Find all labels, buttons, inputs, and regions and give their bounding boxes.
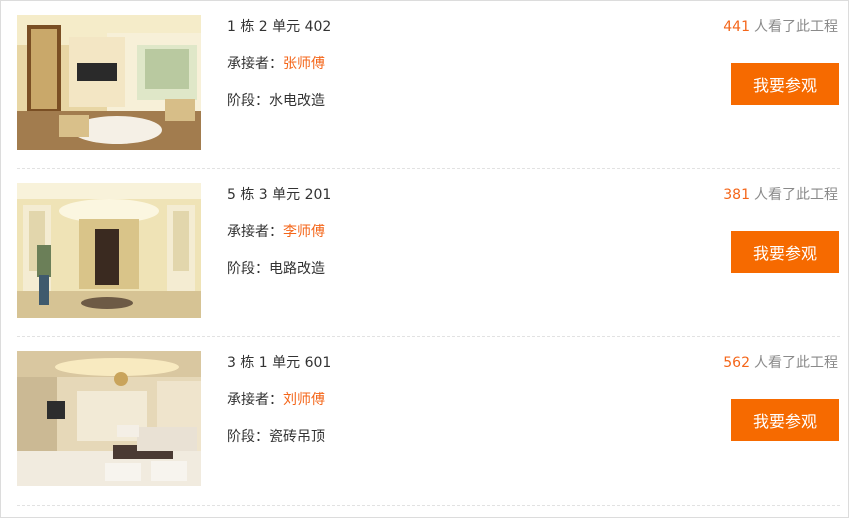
divider (17, 505, 840, 506)
project-photo[interactable] (17, 351, 201, 486)
view-count: 441 人看了此工程 (723, 16, 838, 36)
contractor-name[interactable]: 李师傅 (283, 224, 325, 240)
view-count-suffix: 人看了此工程 (754, 355, 838, 371)
view-count-number: 441 (723, 19, 750, 35)
project-unit: 3 栋 1 单元 601 (227, 355, 332, 371)
project-photo[interactable] (17, 183, 201, 318)
view-count: 562 人看了此工程 (723, 352, 838, 372)
list-item: 3 栋 1 单元 601 承接者：刘师傅 阶段：瓷砖吊顶 562 人看了此工程 我… (1, 337, 848, 505)
view-count-number: 381 (723, 187, 750, 203)
visit-button[interactable]: 我要参观 (731, 63, 839, 105)
view-count: 381 人看了此工程 (723, 184, 838, 204)
visit-button[interactable]: 我要参观 (731, 399, 839, 441)
contractor-label: 承接者： (227, 224, 283, 240)
project-list: 1 栋 2 单元 402 承接者：张师傅 阶段：水电改造 441 人看了此工程 我… (0, 0, 849, 518)
view-count-number: 562 (723, 355, 750, 371)
contractor-row: 承接者：李师傅 (227, 221, 325, 241)
stage-value: 电路改造 (269, 261, 325, 277)
project-unit: 5 栋 3 单元 201 (227, 187, 332, 203)
project-photo[interactable] (17, 15, 201, 150)
stage-value: 瓷砖吊顶 (269, 429, 325, 445)
stage-label: 阶段： (227, 429, 269, 445)
contractor-row: 承接者：刘师傅 (227, 389, 325, 409)
stage-label: 阶段： (227, 261, 269, 277)
view-count-suffix: 人看了此工程 (754, 19, 838, 35)
contractor-name[interactable]: 刘师傅 (283, 392, 325, 408)
stage-row: 阶段：电路改造 (227, 258, 325, 278)
contractor-name[interactable]: 张师傅 (283, 56, 325, 72)
visit-button[interactable]: 我要参观 (731, 231, 839, 273)
stage-row: 阶段：水电改造 (227, 90, 325, 110)
stage-value: 水电改造 (269, 93, 325, 109)
stage-label: 阶段： (227, 93, 269, 109)
project-unit: 1 栋 2 单元 402 (227, 19, 332, 35)
list-item: 5 栋 3 单元 201 承接者：李师傅 阶段：电路改造 381 人看了此工程 我… (1, 169, 848, 337)
contractor-label: 承接者： (227, 56, 283, 72)
stage-row: 阶段：瓷砖吊顶 (227, 426, 325, 446)
view-count-suffix: 人看了此工程 (754, 187, 838, 203)
contractor-row: 承接者：张师傅 (227, 53, 325, 73)
list-item: 1 栋 2 单元 402 承接者：张师傅 阶段：水电改造 441 人看了此工程 我… (1, 1, 848, 169)
contractor-label: 承接者： (227, 392, 283, 408)
